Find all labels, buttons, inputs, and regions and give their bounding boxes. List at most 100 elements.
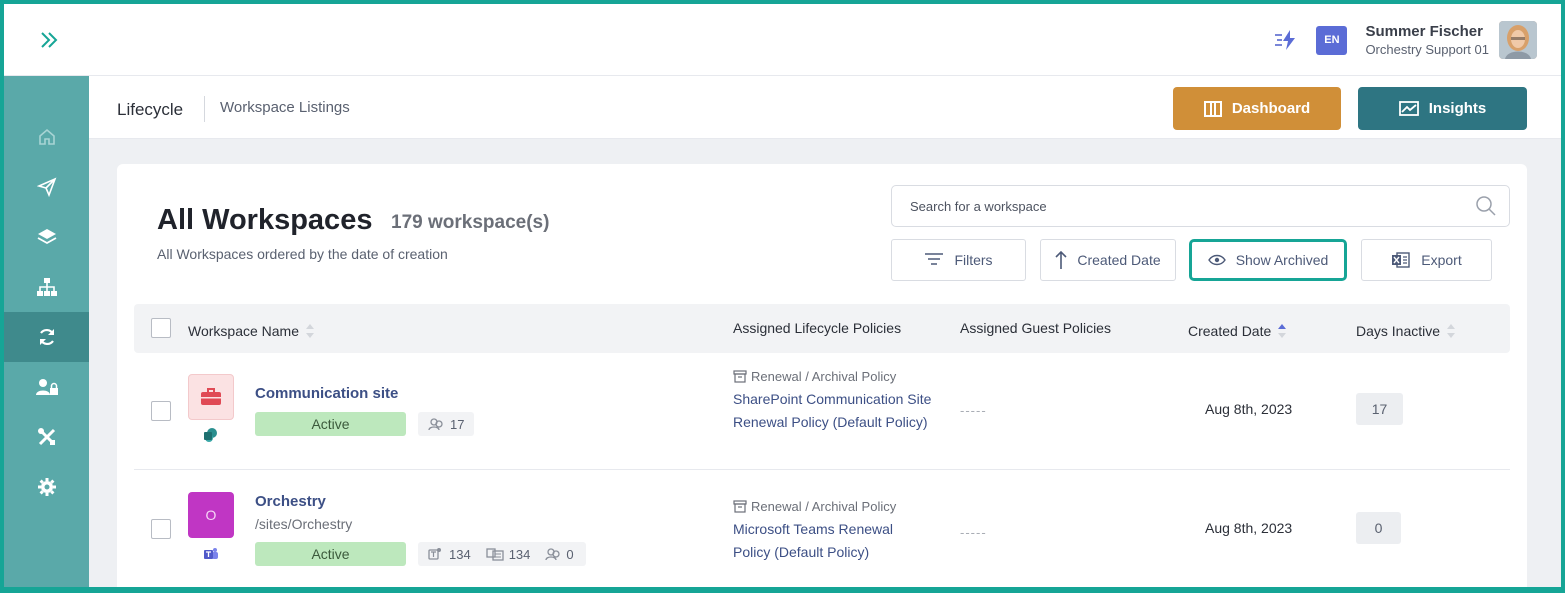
channels-count: 134 (508, 546, 531, 562)
org-chart-icon (36, 278, 57, 296)
avatar[interactable] (1499, 21, 1537, 59)
guests-icon (545, 548, 561, 561)
workspace-stats: 134 134 0 (418, 542, 586, 566)
sidebar-item-org[interactable] (4, 262, 89, 312)
workspaces-card: All Workspaces 179 workspace(s) All Work… (117, 164, 1527, 587)
header-created-date[interactable]: Created Date (1188, 320, 1287, 342)
app-frame: EN Summer Fischer Orchestry Support 01 L… (0, 0, 1565, 593)
select-all-checkbox[interactable] (151, 318, 171, 338)
search-placeholder: Search for a workspace (910, 199, 1047, 214)
gear-icon (37, 478, 56, 496)
lightning-icon[interactable] (1270, 24, 1302, 56)
double-chevron-right-icon[interactable] (36, 26, 64, 54)
archive-icon (733, 370, 747, 383)
sort-created-date-button[interactable]: Created Date (1040, 239, 1176, 281)
language-selector[interactable]: EN (1316, 25, 1348, 55)
sidebar-item-lifecycle[interactable] (4, 312, 89, 362)
page-title: All Workspaces (157, 204, 373, 236)
sort-icon (306, 324, 315, 338)
guest-policy: ----- (960, 403, 987, 418)
row-checkbox[interactable] (151, 519, 171, 539)
header-guest-policies: Assigned Guest Policies (960, 320, 1111, 336)
arrow-up-icon (1055, 250, 1067, 269)
status-badge: Active (255, 412, 406, 436)
header-created-label: Created Date (1188, 323, 1272, 339)
header-days-inactive[interactable]: Days Inactive (1356, 320, 1456, 342)
header-workspace-name[interactable]: Workspace Name (188, 320, 315, 342)
breadcrumb-page: Workspace Listings (220, 99, 350, 116)
filters-label: Filters (954, 252, 993, 268)
lifecycle-policy-link[interactable]: SharePoint Communication Site Renewal Po… (733, 388, 933, 433)
status-badge: Active (255, 542, 406, 566)
chart-icon (1398, 100, 1419, 116)
briefcase-icon (188, 374, 234, 420)
header-guest-label: Assigned Guest Policies (960, 320, 1111, 336)
user-info[interactable]: Summer Fischer Orchestry Support 01 (1365, 23, 1489, 57)
export-button[interactable]: Export (1361, 239, 1492, 281)
sidebar-item-layers[interactable] (4, 212, 89, 262)
members-icon (428, 548, 441, 560)
header-workspace-name-label: Workspace Name (188, 323, 300, 339)
policy-type-label: Renewal / Archival Policy (751, 369, 897, 384)
row-checkbox[interactable] (151, 401, 171, 421)
dashboard-icon (1203, 100, 1222, 117)
policy-type: Renewal / Archival Policy (733, 369, 896, 384)
guests-count: 0 (566, 546, 574, 562)
table-row[interactable]: Communication site Active 17 Renewal / A… (134, 353, 1510, 470)
workspace-name[interactable]: Orchestry (255, 493, 326, 510)
page-subtitle: All Workspaces ordered by the date of cr… (157, 246, 448, 262)
search-icon[interactable] (1475, 195, 1497, 222)
header-lifecycle-label: Assigned Lifecycle Policies (733, 320, 902, 336)
refresh-icon (39, 328, 54, 346)
workspace-avatar: O (188, 492, 234, 538)
insights-label: Insights (1428, 100, 1487, 117)
user-name: Summer Fischer (1365, 23, 1483, 40)
policy-type-label: Renewal / Archival Policy (751, 499, 897, 514)
tools-icon (37, 428, 55, 446)
export-label: Export (1421, 252, 1462, 268)
user-lock-icon (35, 379, 58, 395)
guest-policy: ----- (960, 525, 987, 540)
guest-count-value: 17 (450, 416, 465, 432)
user-org: Orchestry Support 01 (1365, 42, 1489, 57)
search-input[interactable]: Search for a workspace (891, 185, 1510, 227)
channels-icon (486, 548, 504, 561)
home-icon (38, 128, 55, 145)
sidebar-item-send[interactable] (4, 162, 89, 212)
sharepoint-icon (202, 426, 220, 444)
breadcrumb-divider (204, 96, 205, 122)
top-bar: EN Summer Fischer Orchestry Support 01 (4, 4, 1561, 76)
teams-icon (202, 545, 220, 563)
members-count: 134 (449, 546, 471, 562)
insights-button[interactable]: Insights (1358, 87, 1527, 130)
filters-button[interactable]: Filters (891, 239, 1026, 281)
breadcrumb-section[interactable]: Lifecycle (117, 100, 183, 120)
eye-icon (1207, 254, 1226, 266)
sort-icon-active (1278, 324, 1287, 338)
show-archived-button[interactable]: Show Archived (1189, 239, 1347, 281)
dashboard-button[interactable]: Dashboard (1173, 87, 1341, 130)
workspace-name[interactable]: Communication site (255, 385, 398, 402)
sidebar-item-users[interactable] (4, 362, 89, 412)
breadcrumb: Lifecycle Workspace Listings Dashboard I… (89, 76, 1561, 139)
sort-label: Created Date (1077, 252, 1161, 268)
table-row[interactable]: O Orchestry /sites/Orchestry Active 134 … (134, 471, 1510, 587)
workspace-url: /sites/Orchestry (255, 516, 353, 532)
sort-icon (1447, 324, 1456, 338)
policy-type: Renewal / Archival Policy (733, 499, 896, 514)
sidebar-item-settings[interactable] (4, 462, 89, 512)
days-inactive: 0 (1356, 512, 1401, 544)
workspace-count: 179 workspace(s) (391, 212, 550, 233)
guests-icon (428, 418, 443, 431)
sidebar-item-tools[interactable] (4, 412, 89, 462)
lifecycle-policy-link[interactable]: Microsoft Teams Renewal Policy (Default … (733, 518, 918, 563)
layers-icon (37, 229, 56, 245)
sidebar (4, 76, 89, 587)
filter-icon (925, 253, 944, 265)
created-date: Aug 8th, 2023 (1205, 401, 1293, 417)
show-archived-label: Show Archived (1235, 252, 1329, 268)
sidebar-item-home[interactable] (4, 112, 89, 162)
days-inactive: 17 (1356, 393, 1403, 425)
table-header: Workspace Name Assigned Lifecycle Polici… (134, 304, 1510, 353)
send-icon (36, 177, 56, 197)
